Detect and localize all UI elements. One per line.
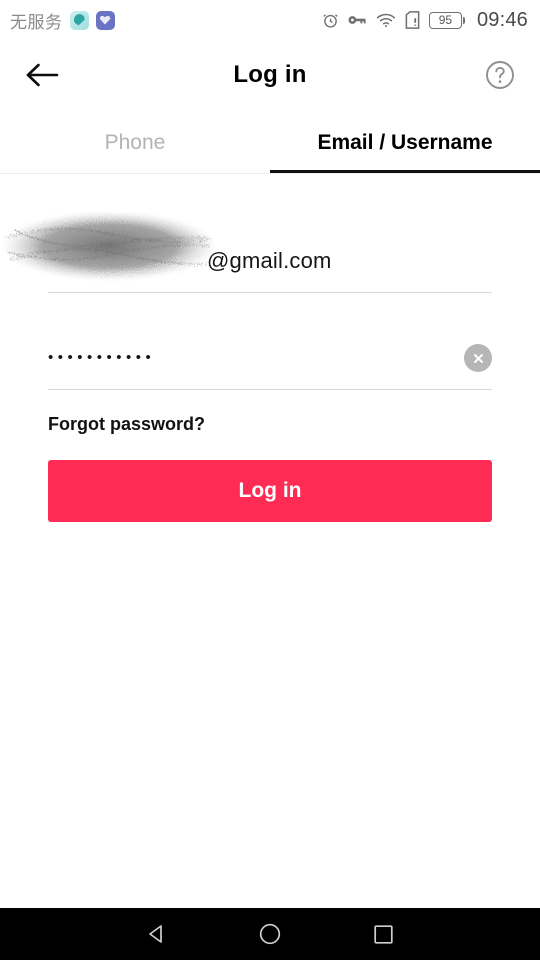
carrier-label: 无服务 xyxy=(10,12,63,33)
nav-recents-square-icon xyxy=(374,924,393,944)
back-button[interactable] xyxy=(16,49,68,101)
tab-phone[interactable]: Phone xyxy=(0,112,270,174)
status-bar: 无服务 95 09:46 xyxy=(0,0,540,40)
page-title: Log in xyxy=(233,61,307,88)
wifi-icon xyxy=(376,12,396,28)
password-field[interactable]: ••••••••••• xyxy=(48,327,492,390)
login-screen: 无服务 95 09:46 Log in Phone Email / Userna… xyxy=(0,0,540,960)
clock-label: 09:46 xyxy=(476,8,528,31)
clear-circle-x-icon xyxy=(473,353,483,363)
vpn-key-icon xyxy=(348,13,367,27)
help-circle-icon xyxy=(486,61,514,89)
android-nav-bar xyxy=(0,908,540,960)
clear-password-button[interactable] xyxy=(464,344,492,372)
nav-home-button[interactable] xyxy=(245,912,295,956)
back-arrow-icon xyxy=(26,63,59,87)
sim-card-alert-icon xyxy=(405,11,420,29)
nav-back-triangle-icon xyxy=(148,925,162,943)
battery-indicator: 95 xyxy=(428,11,465,29)
alarm-icon xyxy=(322,12,339,29)
forgot-password-link[interactable]: Forgot password? xyxy=(48,414,205,435)
email-field[interactable]: @gmail.com xyxy=(1,211,492,293)
help-button[interactable] xyxy=(478,53,522,97)
nav-back-button[interactable] xyxy=(132,912,182,956)
tab-phone-label: Phone xyxy=(104,131,166,154)
status-bar-right: 95 09:46 xyxy=(322,9,528,32)
teal-app-icon xyxy=(69,10,89,30)
login-button[interactable]: Log in xyxy=(48,460,492,522)
nav-recents-button[interactable] xyxy=(358,912,408,956)
battery-level: 95 xyxy=(438,13,453,27)
tab-email-username[interactable]: Email / Username xyxy=(270,112,540,174)
login-form: @gmail.com ••••••••••• Forgot password? … xyxy=(0,174,540,522)
password-value: ••••••••••• xyxy=(48,348,156,366)
tab-email-username-label: Email / Username xyxy=(317,131,493,154)
app-header: Log in xyxy=(0,40,540,110)
login-button-label: Log in xyxy=(238,479,302,502)
blue-heart-app-icon xyxy=(95,10,115,30)
nav-home-circle-icon xyxy=(259,923,281,945)
status-bar-left: 无服务 xyxy=(10,8,115,33)
email-value: @gmail.com xyxy=(207,248,332,273)
login-method-tabs: Phone Email / Username xyxy=(0,112,540,174)
